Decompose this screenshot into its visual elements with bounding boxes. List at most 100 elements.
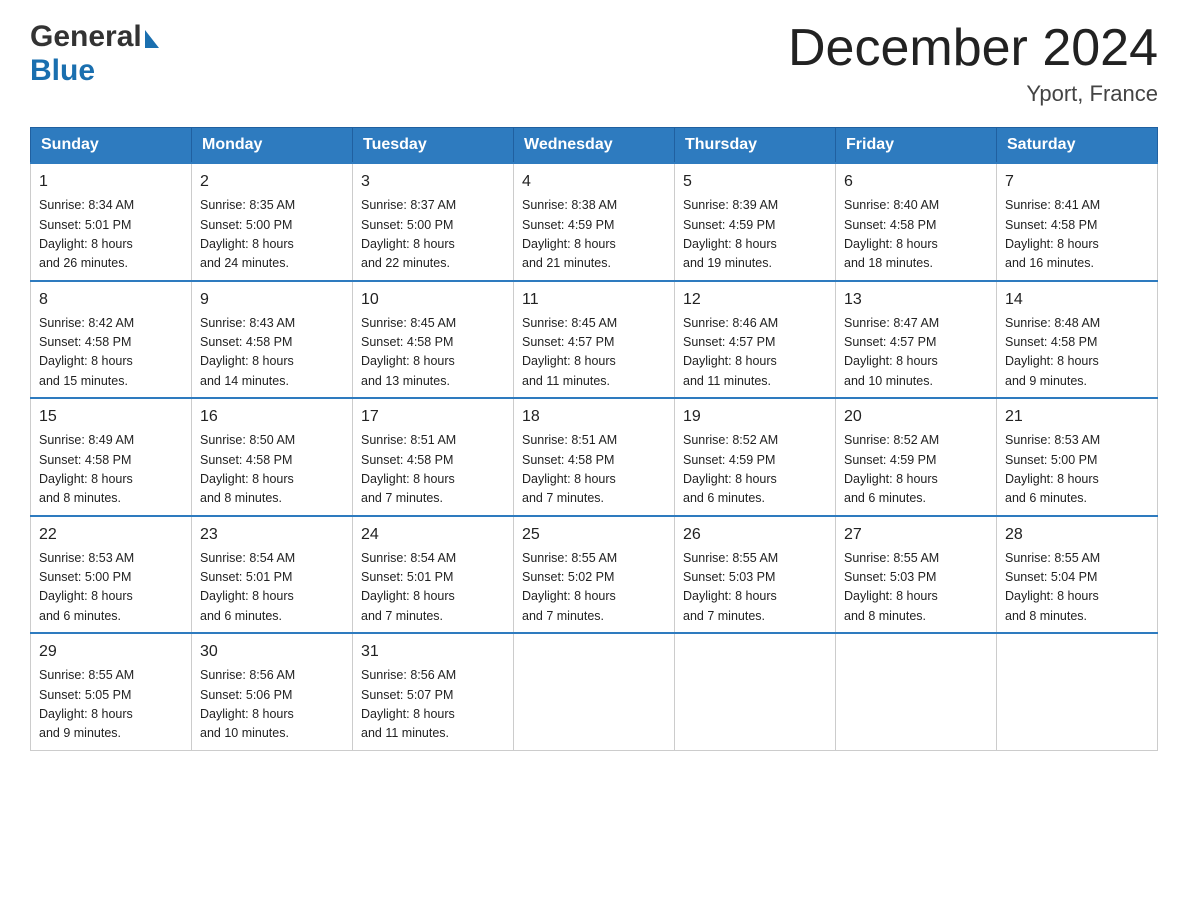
day-number: 7 (1005, 170, 1149, 194)
calendar-week-row-5: 29Sunrise: 8:55 AMSunset: 5:05 PMDayligh… (31, 633, 1158, 750)
calendar-cell: 14Sunrise: 8:48 AMSunset: 4:58 PMDayligh… (997, 281, 1158, 399)
day-number: 24 (361, 523, 505, 547)
day-info: Sunrise: 8:55 AMSunset: 5:02 PMDaylight:… (522, 549, 666, 627)
location: Yport, France (788, 81, 1158, 107)
day-info: Sunrise: 8:54 AMSunset: 5:01 PMDaylight:… (200, 549, 344, 627)
day-info: Sunrise: 8:56 AMSunset: 5:07 PMDaylight:… (361, 666, 505, 744)
calendar-cell: 17Sunrise: 8:51 AMSunset: 4:58 PMDayligh… (353, 398, 514, 516)
calendar-cell: 15Sunrise: 8:49 AMSunset: 4:58 PMDayligh… (31, 398, 192, 516)
day-info: Sunrise: 8:55 AMSunset: 5:04 PMDaylight:… (1005, 549, 1149, 627)
day-info: Sunrise: 8:40 AMSunset: 4:58 PMDaylight:… (844, 196, 988, 274)
day-number: 16 (200, 405, 344, 429)
calendar-cell: 21Sunrise: 8:53 AMSunset: 5:00 PMDayligh… (997, 398, 1158, 516)
calendar-cell: 12Sunrise: 8:46 AMSunset: 4:57 PMDayligh… (675, 281, 836, 399)
day-number: 9 (200, 288, 344, 312)
day-number: 31 (361, 640, 505, 664)
day-info: Sunrise: 8:55 AMSunset: 5:03 PMDaylight:… (683, 549, 827, 627)
day-info: Sunrise: 8:54 AMSunset: 5:01 PMDaylight:… (361, 549, 505, 627)
calendar-cell (514, 633, 675, 750)
calendar-cell: 13Sunrise: 8:47 AMSunset: 4:57 PMDayligh… (836, 281, 997, 399)
calendar-cell: 6Sunrise: 8:40 AMSunset: 4:58 PMDaylight… (836, 163, 997, 281)
day-info: Sunrise: 8:50 AMSunset: 4:58 PMDaylight:… (200, 431, 344, 509)
calendar-cell: 25Sunrise: 8:55 AMSunset: 5:02 PMDayligh… (514, 516, 675, 634)
title-section: December 2024 Yport, France (788, 20, 1158, 107)
day-number: 2 (200, 170, 344, 194)
day-number: 20 (844, 405, 988, 429)
calendar-cell: 23Sunrise: 8:54 AMSunset: 5:01 PMDayligh… (192, 516, 353, 634)
calendar-weekday-sunday: Sunday (31, 128, 192, 164)
day-info: Sunrise: 8:48 AMSunset: 4:58 PMDaylight:… (1005, 314, 1149, 392)
day-number: 25 (522, 523, 666, 547)
day-number: 13 (844, 288, 988, 312)
calendar-weekday-wednesday: Wednesday (514, 128, 675, 164)
day-info: Sunrise: 8:35 AMSunset: 5:00 PMDaylight:… (200, 196, 344, 274)
calendar-week-row-2: 8Sunrise: 8:42 AMSunset: 4:58 PMDaylight… (31, 281, 1158, 399)
calendar-cell: 24Sunrise: 8:54 AMSunset: 5:01 PMDayligh… (353, 516, 514, 634)
day-number: 17 (361, 405, 505, 429)
day-info: Sunrise: 8:46 AMSunset: 4:57 PMDaylight:… (683, 314, 827, 392)
calendar-cell: 7Sunrise: 8:41 AMSunset: 4:58 PMDaylight… (997, 163, 1158, 281)
day-info: Sunrise: 8:41 AMSunset: 4:58 PMDaylight:… (1005, 196, 1149, 274)
calendar-cell: 9Sunrise: 8:43 AMSunset: 4:58 PMDaylight… (192, 281, 353, 399)
calendar-cell: 1Sunrise: 8:34 AMSunset: 5:01 PMDaylight… (31, 163, 192, 281)
calendar-cell: 3Sunrise: 8:37 AMSunset: 5:00 PMDaylight… (353, 163, 514, 281)
day-number: 28 (1005, 523, 1149, 547)
day-info: Sunrise: 8:38 AMSunset: 4:59 PMDaylight:… (522, 196, 666, 274)
day-number: 1 (39, 170, 183, 194)
day-info: Sunrise: 8:52 AMSunset: 4:59 PMDaylight:… (683, 431, 827, 509)
day-info: Sunrise: 8:53 AMSunset: 5:00 PMDaylight:… (1005, 431, 1149, 509)
day-number: 11 (522, 288, 666, 312)
calendar-week-row-3: 15Sunrise: 8:49 AMSunset: 4:58 PMDayligh… (31, 398, 1158, 516)
day-info: Sunrise: 8:55 AMSunset: 5:05 PMDaylight:… (39, 666, 183, 744)
calendar-cell (675, 633, 836, 750)
calendar-weekday-monday: Monday (192, 128, 353, 164)
calendar-cell: 19Sunrise: 8:52 AMSunset: 4:59 PMDayligh… (675, 398, 836, 516)
day-info: Sunrise: 8:34 AMSunset: 5:01 PMDaylight:… (39, 196, 183, 274)
calendar-cell: 4Sunrise: 8:38 AMSunset: 4:59 PMDaylight… (514, 163, 675, 281)
calendar-table: SundayMondayTuesdayWednesdayThursdayFrid… (30, 127, 1158, 751)
day-info: Sunrise: 8:45 AMSunset: 4:57 PMDaylight:… (522, 314, 666, 392)
calendar-week-row-1: 1Sunrise: 8:34 AMSunset: 5:01 PMDaylight… (31, 163, 1158, 281)
calendar-cell: 22Sunrise: 8:53 AMSunset: 5:00 PMDayligh… (31, 516, 192, 634)
day-number: 3 (361, 170, 505, 194)
day-number: 4 (522, 170, 666, 194)
calendar-cell: 18Sunrise: 8:51 AMSunset: 4:58 PMDayligh… (514, 398, 675, 516)
logo-arrow-icon (145, 30, 159, 48)
calendar-weekday-friday: Friday (836, 128, 997, 164)
day-info: Sunrise: 8:43 AMSunset: 4:58 PMDaylight:… (200, 314, 344, 392)
day-info: Sunrise: 8:51 AMSunset: 4:58 PMDaylight:… (361, 431, 505, 509)
calendar-cell: 26Sunrise: 8:55 AMSunset: 5:03 PMDayligh… (675, 516, 836, 634)
calendar-cell: 5Sunrise: 8:39 AMSunset: 4:59 PMDaylight… (675, 163, 836, 281)
day-number: 15 (39, 405, 183, 429)
day-number: 6 (844, 170, 988, 194)
day-info: Sunrise: 8:56 AMSunset: 5:06 PMDaylight:… (200, 666, 344, 744)
day-number: 27 (844, 523, 988, 547)
day-number: 8 (39, 288, 183, 312)
calendar-cell (997, 633, 1158, 750)
day-info: Sunrise: 8:45 AMSunset: 4:58 PMDaylight:… (361, 314, 505, 392)
calendar-cell (836, 633, 997, 750)
logo-blue: Blue (30, 54, 95, 87)
calendar-cell: 8Sunrise: 8:42 AMSunset: 4:58 PMDaylight… (31, 281, 192, 399)
calendar-weekday-thursday: Thursday (675, 128, 836, 164)
day-info: Sunrise: 8:51 AMSunset: 4:58 PMDaylight:… (522, 431, 666, 509)
calendar-cell: 20Sunrise: 8:52 AMSunset: 4:59 PMDayligh… (836, 398, 997, 516)
calendar-cell: 2Sunrise: 8:35 AMSunset: 5:00 PMDaylight… (192, 163, 353, 281)
day-info: Sunrise: 8:42 AMSunset: 4:58 PMDaylight:… (39, 314, 183, 392)
day-number: 10 (361, 288, 505, 312)
day-number: 29 (39, 640, 183, 664)
calendar-weekday-tuesday: Tuesday (353, 128, 514, 164)
day-number: 22 (39, 523, 183, 547)
day-info: Sunrise: 8:55 AMSunset: 5:03 PMDaylight:… (844, 549, 988, 627)
day-number: 30 (200, 640, 344, 664)
calendar-cell: 30Sunrise: 8:56 AMSunset: 5:06 PMDayligh… (192, 633, 353, 750)
logo-general: General (30, 20, 142, 54)
day-number: 21 (1005, 405, 1149, 429)
calendar-cell: 28Sunrise: 8:55 AMSunset: 5:04 PMDayligh… (997, 516, 1158, 634)
day-info: Sunrise: 8:37 AMSunset: 5:00 PMDaylight:… (361, 196, 505, 274)
day-info: Sunrise: 8:53 AMSunset: 5:00 PMDaylight:… (39, 549, 183, 627)
calendar-header-row: SundayMondayTuesdayWednesdayThursdayFrid… (31, 128, 1158, 164)
calendar-cell: 29Sunrise: 8:55 AMSunset: 5:05 PMDayligh… (31, 633, 192, 750)
month-title: December 2024 (788, 20, 1158, 77)
calendar-cell: 31Sunrise: 8:56 AMSunset: 5:07 PMDayligh… (353, 633, 514, 750)
